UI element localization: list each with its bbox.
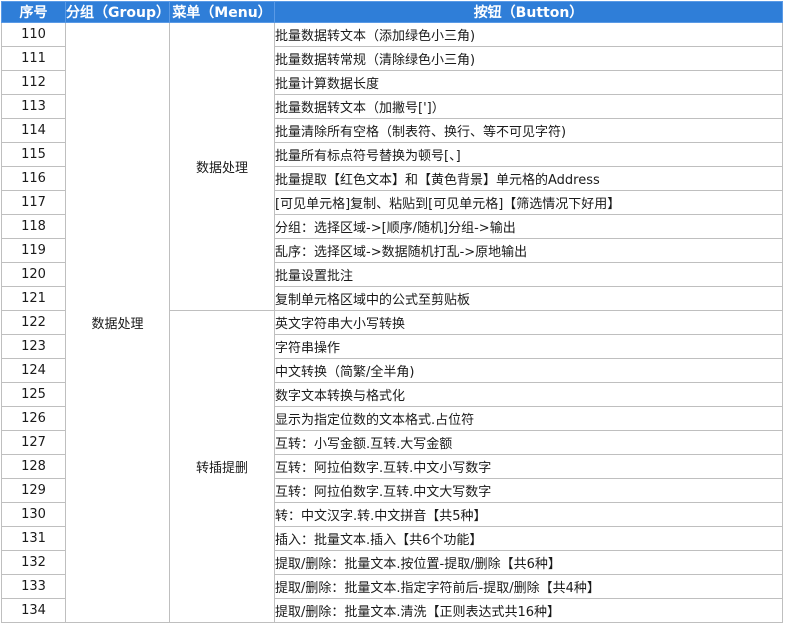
button-cell[interactable]: 字符串操作 [274,334,783,359]
seq-cell[interactable]: 131 [1,526,66,551]
seq-cell[interactable]: 114 [1,118,66,143]
seq-cell[interactable]: 112 [1,70,66,95]
seq-cell[interactable]: 113 [1,94,66,119]
button-cell[interactable]: [可见单元格]复制、粘贴到[可见单元格]【筛选情况下好用】 [274,190,783,215]
table-body: 110 数据处理 数据处理 批量数据转文本（添加绿色小三角) 111 批量数据转常规（清除… [1,22,783,623]
button-cell[interactable]: 分组：选择区域->[顺序/随机]分组->输出 [274,214,783,239]
button-cell[interactable]: 批量清除所有空格（制表符、换行、等不可见字符) [274,118,783,143]
button-cell[interactable]: 提取/删除：批量文本.清洗【正则表达式共16种】 [274,598,783,623]
seq-cell[interactable]: 118 [1,214,66,239]
seq-cell[interactable]: 117 [1,190,66,215]
button-cell[interactable]: 复制单元格区域中的公式至剪贴板 [274,286,783,311]
button-cell[interactable]: 英文字符串大小写转换 [274,310,783,335]
header-seq[interactable]: 序号 [1,1,66,23]
button-cell[interactable]: 批量计算数据长度 [274,70,783,95]
seq-cell[interactable]: 124 [1,358,66,383]
seq-cell[interactable]: 130 [1,502,66,527]
group-cell[interactable]: 数据处理 [65,22,170,623]
seq-cell[interactable]: 123 [1,334,66,359]
button-cell[interactable]: 转：中文汉字.转.中文拼音【共5种】 [274,502,783,527]
spreadsheet-view: 序号 分组（Group） 菜单（Menu） 按钮（Button） 110 数据处理… [0,0,785,623]
button-cell[interactable]: 批量设置批注 [274,262,783,287]
seq-cell[interactable]: 125 [1,382,66,407]
button-cell[interactable]: 乱序：选择区域->数据随机打乱->原地输出 [274,238,783,263]
menu-cell-2[interactable]: 转插提删 [169,310,275,623]
header-row: 序号 分组（Group） 菜单（Menu） 按钮（Button） [1,1,783,23]
button-cell[interactable]: 数字文本转换与格式化 [274,382,783,407]
button-cell[interactable]: 批量提取【红色文本】和【黄色背景】单元格的Address [274,166,783,191]
seq-cell[interactable]: 121 [1,286,66,311]
seq-cell[interactable]: 120 [1,262,66,287]
seq-cell[interactable]: 134 [1,598,66,623]
menu-table: 序号 分组（Group） 菜单（Menu） 按钮（Button） 110 数据处理… [1,1,783,623]
seq-cell[interactable]: 122 [1,310,66,335]
button-cell[interactable]: 批量所有标点符号替换为顿号[、] [274,142,783,167]
button-cell[interactable]: 互转：阿拉伯数字.互转.中文大写数字 [274,478,783,503]
seq-cell[interactable]: 115 [1,142,66,167]
header-group[interactable]: 分组（Group） [65,1,170,23]
menu-cell-1[interactable]: 数据处理 [169,22,275,311]
seq-cell[interactable]: 129 [1,478,66,503]
seq-cell[interactable]: 111 [1,46,66,71]
seq-cell[interactable]: 116 [1,166,66,191]
button-cell[interactable]: 批量数据转常规（清除绿色小三角) [274,46,783,71]
header-menu[interactable]: 菜单（Menu） [169,1,275,23]
button-cell[interactable]: 提取/删除：批量文本.指定字符前后-提取/删除【共4种】 [274,574,783,599]
seq-cell[interactable]: 132 [1,550,66,575]
header-button[interactable]: 按钮（Button） [274,1,783,23]
seq-cell[interactable]: 110 [1,22,66,47]
button-cell[interactable]: 中文转换（简繁/全半角) [274,358,783,383]
button-cell[interactable]: 插入：批量文本.插入【共6个功能】 [274,526,783,551]
button-cell[interactable]: 互转：阿拉伯数字.互转.中文小写数字 [274,454,783,479]
table-row: 110 数据处理 数据处理 批量数据转文本（添加绿色小三角) [1,22,783,623]
button-cell[interactable]: 批量数据转文本（加撇号[']） [274,94,783,119]
button-cell[interactable]: 显示为指定位数的文本格式.占位符 [274,406,783,431]
seq-cell[interactable]: 119 [1,238,66,263]
seq-cell[interactable]: 133 [1,574,66,599]
seq-cell[interactable]: 127 [1,430,66,455]
seq-cell[interactable]: 128 [1,454,66,479]
button-cell[interactable]: 互转：小写金额.互转.大写金额 [274,430,783,455]
button-cell[interactable]: 批量数据转文本（添加绿色小三角) [274,22,783,47]
seq-cell[interactable]: 126 [1,406,66,431]
button-cell[interactable]: 提取/删除：批量文本.按位置-提取/删除【共6种】 [274,550,783,575]
